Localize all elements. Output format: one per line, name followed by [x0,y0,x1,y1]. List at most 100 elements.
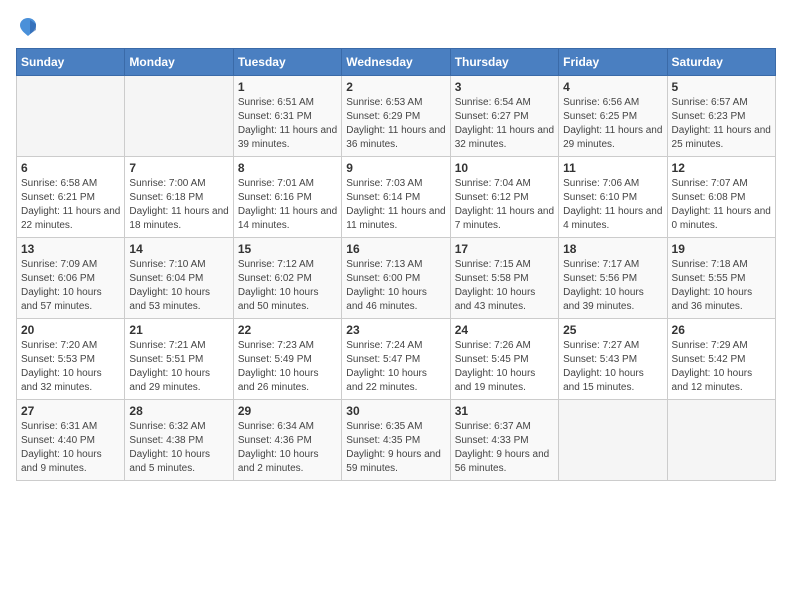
day-header-tuesday: Tuesday [233,49,341,76]
day-number: 31 [455,404,554,418]
calendar-cell: 8 Sunrise: 7:01 AM Sunset: 6:16 PM Daylig… [233,157,341,238]
calendar-cell: 21Sunrise: 7:21 AM Sunset: 5:51 PM Dayli… [125,319,233,400]
day-info: Sunrise: 6:57 AM Sunset: 6:23 PM Dayligh… [672,96,771,152]
day-info: Sunrise: 7:13 AM Sunset: 6:00 PM Dayligh… [346,258,445,314]
day-info: Sunrise: 7:03 AM Sunset: 6:14 PM Dayligh… [346,177,445,233]
day-info: Sunrise: 7:06 AM Sunset: 6:10 PM Dayligh… [563,177,662,233]
day-number: 27 [21,404,120,418]
day-info: Sunrise: 6:32 AM Sunset: 4:38 PM Dayligh… [129,420,228,476]
calendar-cell: 19 Sunrise: 7:18 AM Sunset: 5:55 PM Dayli… [667,238,775,319]
day-number: 24 [455,323,554,337]
day-number: 26 [672,323,771,337]
page-header [16,16,776,40]
day-info: Sunrise: 7:23 AM Sunset: 5:49 PM Dayligh… [238,339,337,395]
day-number: 21 [129,323,228,337]
calendar-cell: 6 Sunrise: 6:58 AM Sunset: 6:21 PM Daylig… [17,157,125,238]
day-number: 12 [672,161,771,175]
day-info: Sunrise: 7:07 AM Sunset: 6:08 PM Dayligh… [672,177,771,233]
calendar-cell: 12 Sunrise: 7:07 AM Sunset: 6:08 PM Dayli… [667,157,775,238]
day-header-sunday: Sunday [17,49,125,76]
day-number: 17 [455,242,554,256]
day-info: Sunrise: 7:17 AM Sunset: 5:56 PM Dayligh… [563,258,662,314]
day-info: Sunrise: 7:04 AM Sunset: 6:12 PM Dayligh… [455,177,554,233]
day-number: 2 [346,80,445,94]
calendar-cell: 29 Sunrise: 6:34 AM Sunset: 4:36 PM Dayli… [233,400,341,481]
day-info: Sunrise: 7:12 AM Sunset: 6:02 PM Dayligh… [238,258,337,314]
calendar-cell: 26 Sunrise: 7:29 AM Sunset: 5:42 PM Dayli… [667,319,775,400]
day-info: Sunrise: 7:27 AM Sunset: 5:43 PM Dayligh… [563,339,662,395]
calendar-cell [667,400,775,481]
calendar-cell: 15Sunrise: 7:12 AM Sunset: 6:02 PM Dayli… [233,238,341,319]
logo-icon [16,16,40,40]
day-number: 4 [563,80,662,94]
calendar-cell: 17 Sunrise: 7:15 AM Sunset: 5:58 PM Dayli… [450,238,558,319]
day-number: 10 [455,161,554,175]
calendar-cell: 14 Sunrise: 7:10 AM Sunset: 6:04 PM Dayli… [125,238,233,319]
day-number: 23 [346,323,445,337]
day-number: 19 [672,242,771,256]
day-info: Sunrise: 6:58 AM Sunset: 6:21 PM Dayligh… [21,177,120,233]
day-header-friday: Friday [559,49,667,76]
calendar-cell: 22 Sunrise: 7:23 AM Sunset: 5:49 PM Dayli… [233,319,341,400]
calendar-cell: 7Sunrise: 7:00 AM Sunset: 6:18 PM Daylig… [125,157,233,238]
calendar-cell: 18 Sunrise: 7:17 AM Sunset: 5:56 PM Dayli… [559,238,667,319]
day-number: 11 [563,161,662,175]
calendar-cell: 27 Sunrise: 6:31 AM Sunset: 4:40 PM Dayli… [17,400,125,481]
calendar-cell: 5 Sunrise: 6:57 AM Sunset: 6:23 PM Daylig… [667,76,775,157]
day-info: Sunrise: 7:00 AM Sunset: 6:18 PM Dayligh… [129,177,228,233]
day-info: Sunrise: 7:09 AM Sunset: 6:06 PM Dayligh… [21,258,120,314]
calendar-cell: 13 Sunrise: 7:09 AM Sunset: 6:06 PM Dayli… [17,238,125,319]
calendar-week-3: 13 Sunrise: 7:09 AM Sunset: 6:06 PM Dayli… [17,238,776,319]
day-header-wednesday: Wednesday [342,49,450,76]
day-info: Sunrise: 7:24 AM Sunset: 5:47 PM Dayligh… [346,339,445,395]
calendar-header-row: SundayMondayTuesdayWednesdayThursdayFrid… [17,49,776,76]
day-info: Sunrise: 6:31 AM Sunset: 4:40 PM Dayligh… [21,420,120,476]
calendar-cell: 11 Sunrise: 7:06 AM Sunset: 6:10 PM Dayli… [559,157,667,238]
day-number: 14 [129,242,228,256]
day-info: Sunrise: 6:37 AM Sunset: 4:33 PM Dayligh… [455,420,554,476]
day-number: 25 [563,323,662,337]
logo [16,16,44,40]
day-info: Sunrise: 6:51 AM Sunset: 6:31 PM Dayligh… [238,96,337,152]
day-number: 8 [238,161,337,175]
calendar-cell: 25 Sunrise: 7:27 AM Sunset: 5:43 PM Dayli… [559,319,667,400]
calendar-cell: 20 Sunrise: 7:20 AM Sunset: 5:53 PM Dayli… [17,319,125,400]
day-number: 5 [672,80,771,94]
day-info: Sunrise: 7:20 AM Sunset: 5:53 PM Dayligh… [21,339,120,395]
calendar-cell: 9 Sunrise: 7:03 AM Sunset: 6:14 PM Daylig… [342,157,450,238]
day-number: 6 [21,161,120,175]
calendar-cell: 31 Sunrise: 6:37 AM Sunset: 4:33 PM Dayli… [450,400,558,481]
day-number: 29 [238,404,337,418]
day-info: Sunrise: 7:01 AM Sunset: 6:16 PM Dayligh… [238,177,337,233]
calendar-week-4: 20 Sunrise: 7:20 AM Sunset: 5:53 PM Dayli… [17,319,776,400]
day-number: 1 [238,80,337,94]
calendar-cell: 4 Sunrise: 6:56 AM Sunset: 6:25 PM Daylig… [559,76,667,157]
day-info: Sunrise: 7:26 AM Sunset: 5:45 PM Dayligh… [455,339,554,395]
day-info: Sunrise: 7:29 AM Sunset: 5:42 PM Dayligh… [672,339,771,395]
day-info: Sunrise: 6:34 AM Sunset: 4:36 PM Dayligh… [238,420,337,476]
day-info: Sunrise: 6:56 AM Sunset: 6:25 PM Dayligh… [563,96,662,152]
calendar-week-1: 1 Sunrise: 6:51 AM Sunset: 6:31 PM Daylig… [17,76,776,157]
day-info: Sunrise: 7:10 AM Sunset: 6:04 PM Dayligh… [129,258,228,314]
calendar-cell: 23 Sunrise: 7:24 AM Sunset: 5:47 PM Dayli… [342,319,450,400]
day-info: Sunrise: 6:54 AM Sunset: 6:27 PM Dayligh… [455,96,554,152]
day-number: 30 [346,404,445,418]
day-info: Sunrise: 6:35 AM Sunset: 4:35 PM Dayligh… [346,420,445,476]
calendar-cell: 28Sunrise: 6:32 AM Sunset: 4:38 PM Dayli… [125,400,233,481]
calendar-week-5: 27 Sunrise: 6:31 AM Sunset: 4:40 PM Dayli… [17,400,776,481]
day-number: 3 [455,80,554,94]
day-number: 22 [238,323,337,337]
day-header-saturday: Saturday [667,49,775,76]
day-info: Sunrise: 7:15 AM Sunset: 5:58 PM Dayligh… [455,258,554,314]
day-number: 13 [21,242,120,256]
calendar-cell [17,76,125,157]
calendar-cell [559,400,667,481]
day-header-monday: Monday [125,49,233,76]
day-number: 20 [21,323,120,337]
day-number: 18 [563,242,662,256]
calendar-table: SundayMondayTuesdayWednesdayThursdayFrid… [16,48,776,481]
day-info: Sunrise: 7:18 AM Sunset: 5:55 PM Dayligh… [672,258,771,314]
calendar-cell: 3 Sunrise: 6:54 AM Sunset: 6:27 PM Daylig… [450,76,558,157]
day-number: 9 [346,161,445,175]
calendar-cell [125,76,233,157]
